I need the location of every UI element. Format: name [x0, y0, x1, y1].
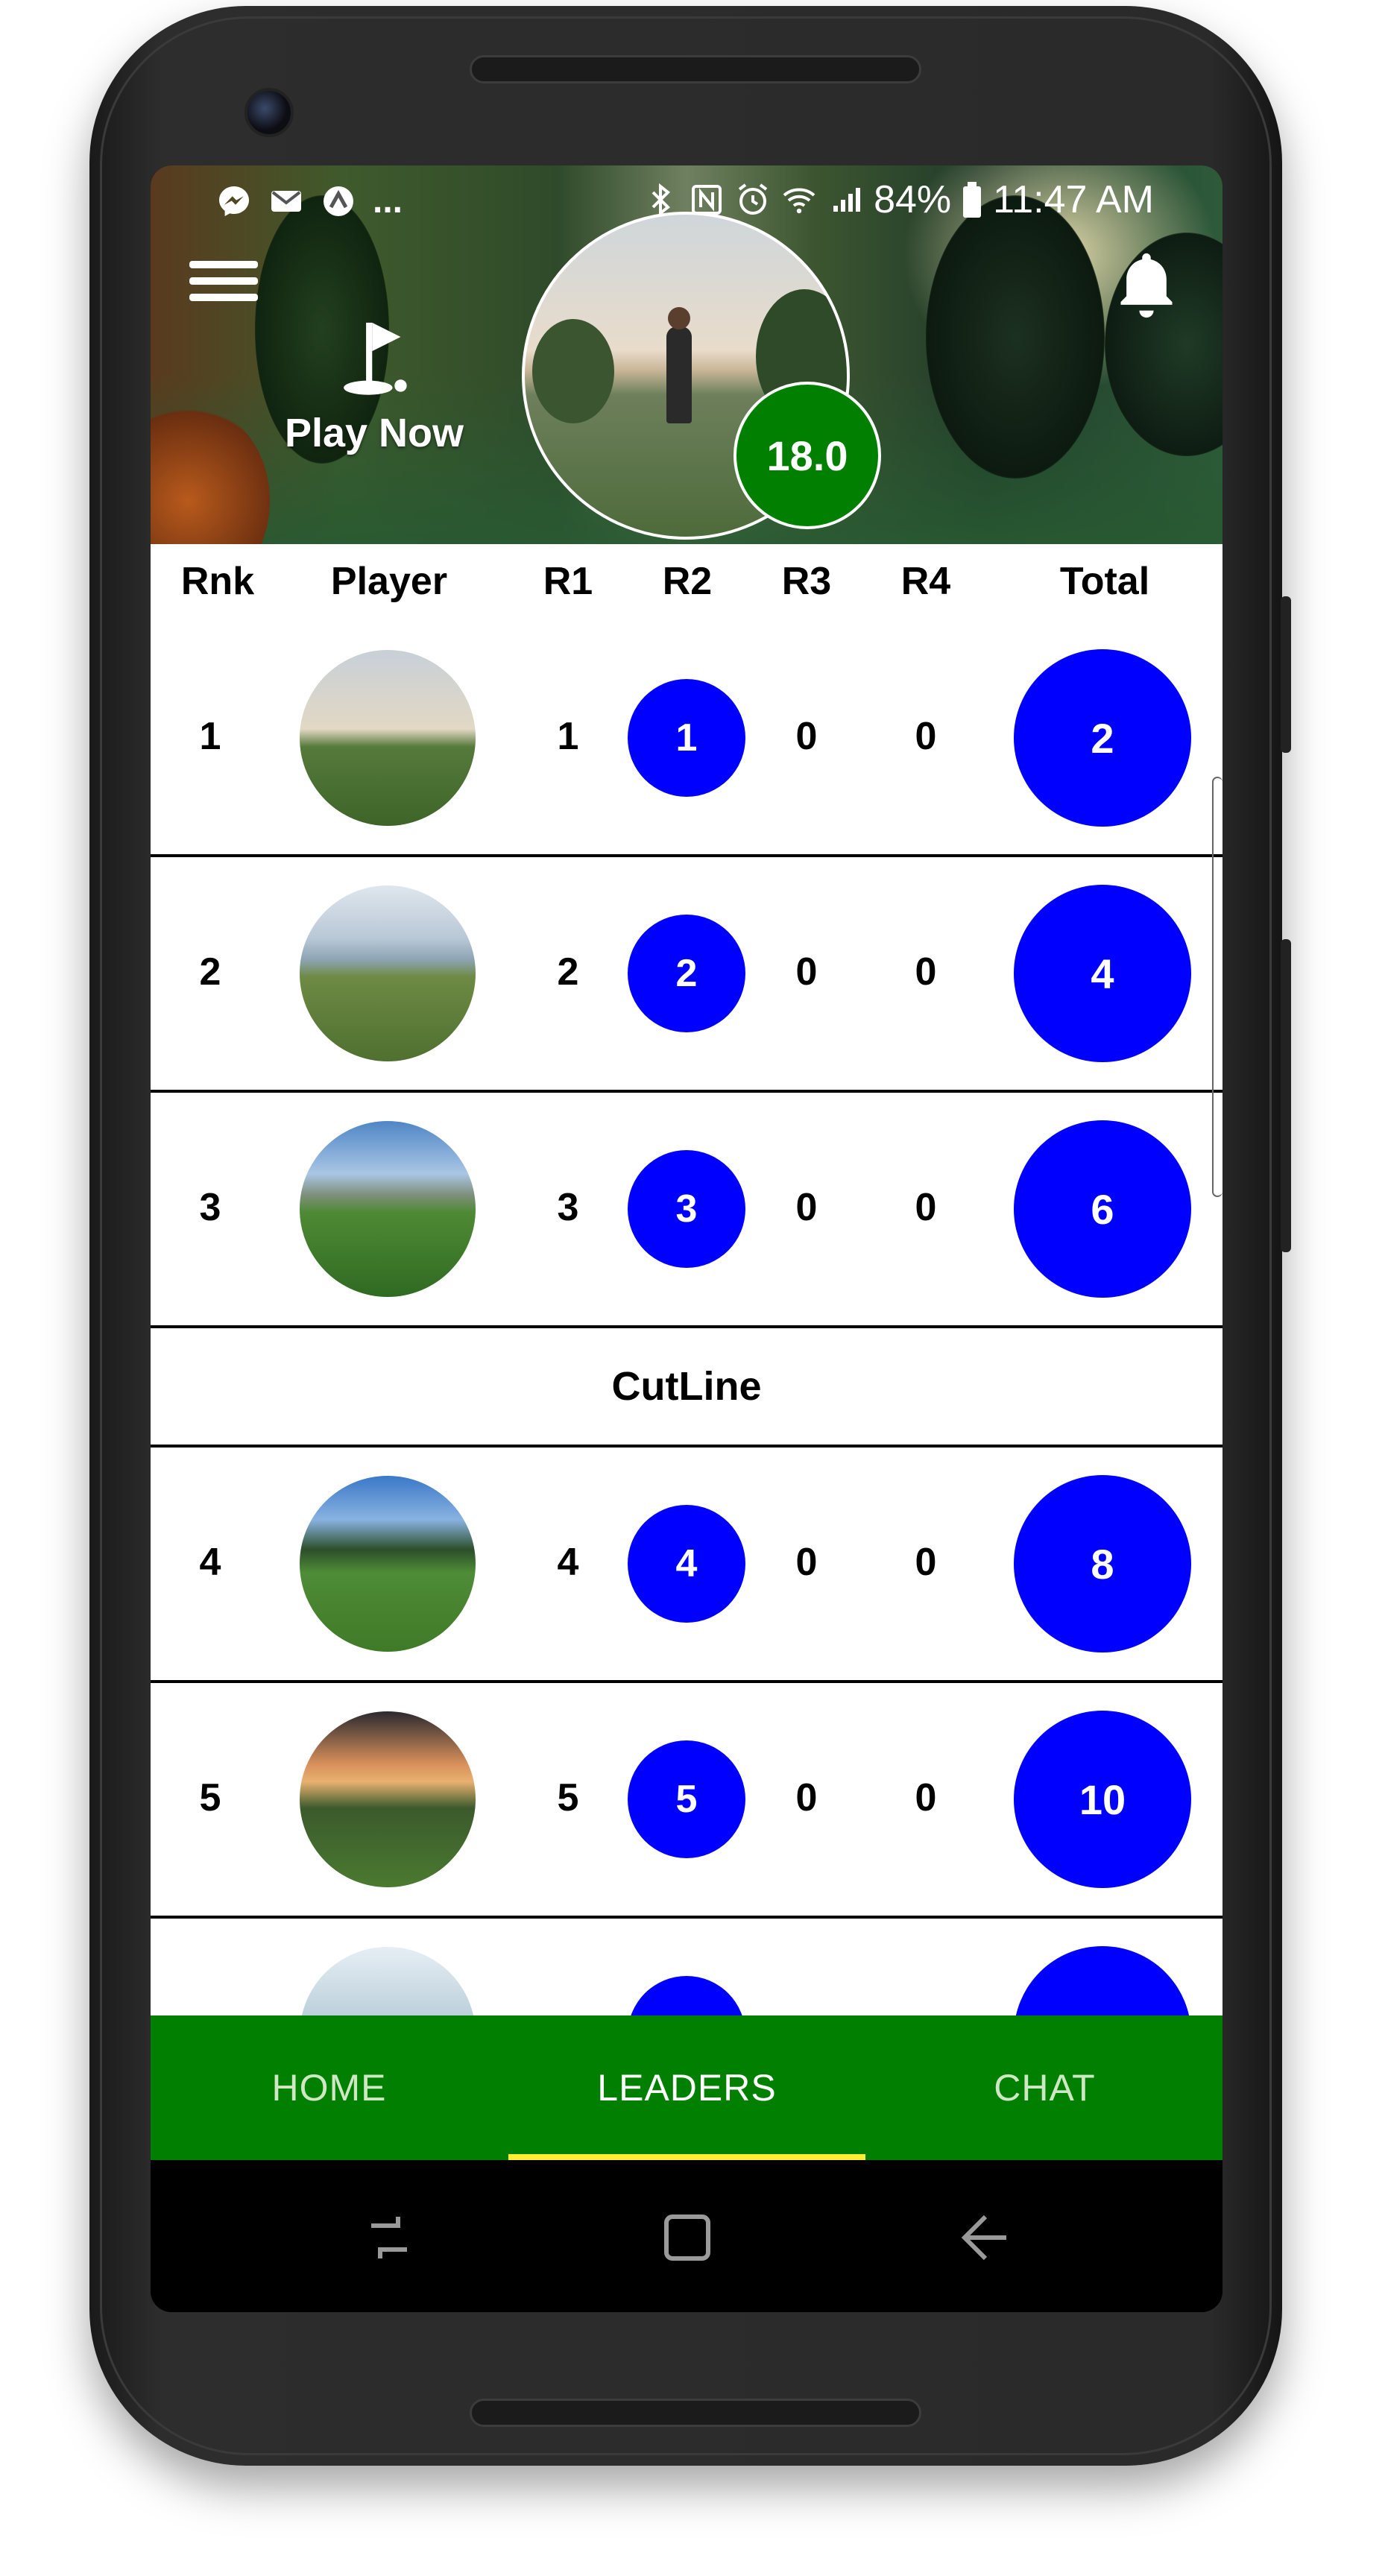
signal-icon — [833, 188, 861, 212]
table-row[interactable]: 1 1 1 0 0 2 — [151, 622, 1222, 857]
rank-cell: 1 — [199, 715, 221, 758]
header-banner: ... 84% 11:47 AM Play Now 18.0 — [151, 165, 1222, 544]
r4-cell: 0 — [915, 1776, 937, 1819]
total-score-badge: 8 — [1014, 1475, 1191, 1652]
tab-home[interactable]: HOME — [151, 2015, 508, 2160]
clock-time: 11:47 AM — [993, 178, 1154, 221]
player-avatar[interactable] — [300, 1121, 476, 1297]
leaderboard-list[interactable]: 1 1 1 0 0 2 2 2 2 0 0 4 3 3 3 0 0 6 CutL… — [151, 622, 1222, 2015]
table-row[interactable]: 6 6 6 0 0 12 — [151, 1919, 1222, 2015]
col-header-r2: R2 — [662, 560, 713, 603]
tree-decoration — [151, 404, 270, 544]
app-screen: ... 84% 11:47 AM Play Now 18.0 Rnk Playe… — [151, 165, 1222, 2312]
messenger-icon — [219, 186, 249, 216]
r2-score-badge: 6 — [628, 1976, 745, 2015]
total-score-badge: 2 — [1014, 649, 1191, 827]
system-nav-bar — [151, 2160, 1222, 2312]
rank-cell: 3 — [199, 1186, 221, 1229]
handicap-badge: 18.0 — [733, 382, 881, 529]
col-header-r1: R1 — [543, 560, 593, 603]
r2-score-badge: 4 — [628, 1505, 745, 1623]
edge-panel-handle[interactable] — [1212, 777, 1222, 1197]
r2-score-badge: 1 — [628, 679, 745, 797]
front-camera — [244, 88, 294, 137]
golfer-figure — [666, 326, 692, 423]
volume-button — [1281, 596, 1291, 753]
player-avatar[interactable] — [300, 1711, 476, 1887]
alarm-icon — [738, 183, 768, 215]
r3-cell: 0 — [795, 1541, 818, 1584]
rank-cell: 5 — [199, 1776, 221, 1819]
rank-cell: 2 — [199, 950, 221, 994]
bell-icon[interactable] — [1112, 247, 1181, 325]
bottom-tab-bar: HOME LEADERS CHAT — [151, 2015, 1222, 2160]
battery-icon — [963, 182, 982, 218]
r3-cell: 0 — [795, 1186, 818, 1229]
tree-decoration — [926, 195, 1105, 479]
tab-leaders[interactable]: LEADERS — [508, 2015, 865, 2160]
r1-cell: 2 — [557, 950, 579, 994]
rank-cell: 4 — [199, 1541, 221, 1584]
home-icon[interactable] — [657, 2208, 717, 2267]
tab-chat[interactable]: CHAT — [866, 2015, 1222, 2160]
table-row[interactable]: 5 5 5 0 0 10 — [151, 1683, 1222, 1919]
arrow-app-icon — [324, 186, 353, 216]
r1-cell: 5 — [557, 1776, 579, 1819]
r2-score-badge: 2 — [628, 915, 745, 1032]
r3-cell: 0 — [795, 715, 818, 758]
gmail-icon — [271, 190, 301, 212]
table-row[interactable]: 2 2 2 0 0 4 — [151, 857, 1222, 1093]
player-avatar[interactable] — [300, 1476, 476, 1652]
leaderboard-header: Rnk Player R1 R2 R3 R4 Total — [151, 544, 1222, 625]
status-more: ... — [373, 181, 403, 221]
wifi-icon — [783, 188, 815, 214]
total-score-badge: 12 — [1014, 1946, 1191, 2015]
total-score-badge: 4 — [1014, 885, 1191, 1062]
hamburger-menu-icon[interactable] — [189, 255, 261, 309]
r2-score-badge: 3 — [628, 1150, 745, 1268]
col-header-rank: Rnk — [180, 560, 255, 603]
r1-cell: 1 — [557, 715, 579, 758]
table-row[interactable]: 4 4 4 0 0 8 — [151, 1448, 1222, 1683]
r4-cell: 0 — [915, 715, 937, 758]
r1-cell: 4 — [557, 1541, 579, 1584]
col-header-player: Player — [330, 560, 448, 603]
table-row[interactable]: 3 3 3 0 0 6 — [151, 1093, 1222, 1328]
avatar-tree — [532, 319, 614, 423]
play-now-button[interactable]: Play Now — [262, 315, 486, 479]
player-avatar[interactable] — [300, 886, 476, 1061]
player-avatar[interactable] — [300, 1947, 476, 2015]
top-speaker — [470, 55, 921, 83]
r4-cell: 0 — [915, 950, 937, 994]
status-left-icons: ... — [216, 180, 403, 221]
bottom-speaker — [470, 2399, 921, 2427]
play-now-label: Play Now — [284, 411, 464, 455]
total-score-badge: 10 — [1014, 1711, 1191, 1888]
power-button — [1281, 939, 1291, 1252]
golf-flag-icon — [344, 322, 407, 395]
total-score-badge: 6 — [1014, 1120, 1191, 1298]
back-icon[interactable] — [956, 2208, 1015, 2267]
col-header-total: Total — [1059, 560, 1150, 603]
col-header-r4: R4 — [900, 560, 951, 603]
golfer-head — [668, 307, 690, 329]
battery-percent: 84% — [874, 178, 952, 221]
r3-cell: 0 — [795, 1776, 818, 1819]
r3-cell: 0 — [795, 950, 818, 994]
r1-cell: 3 — [557, 1186, 579, 1229]
r4-cell: 0 — [915, 1186, 937, 1229]
cutline-divider: CutLine — [151, 1328, 1222, 1448]
r2-score-badge: 5 — [628, 1740, 745, 1858]
recent-apps-icon[interactable] — [359, 2208, 419, 2267]
player-avatar[interactable] — [300, 650, 476, 826]
active-tab-indicator — [508, 2154, 865, 2160]
r4-cell: 0 — [915, 1541, 937, 1584]
col-header-r3: R3 — [781, 560, 832, 603]
